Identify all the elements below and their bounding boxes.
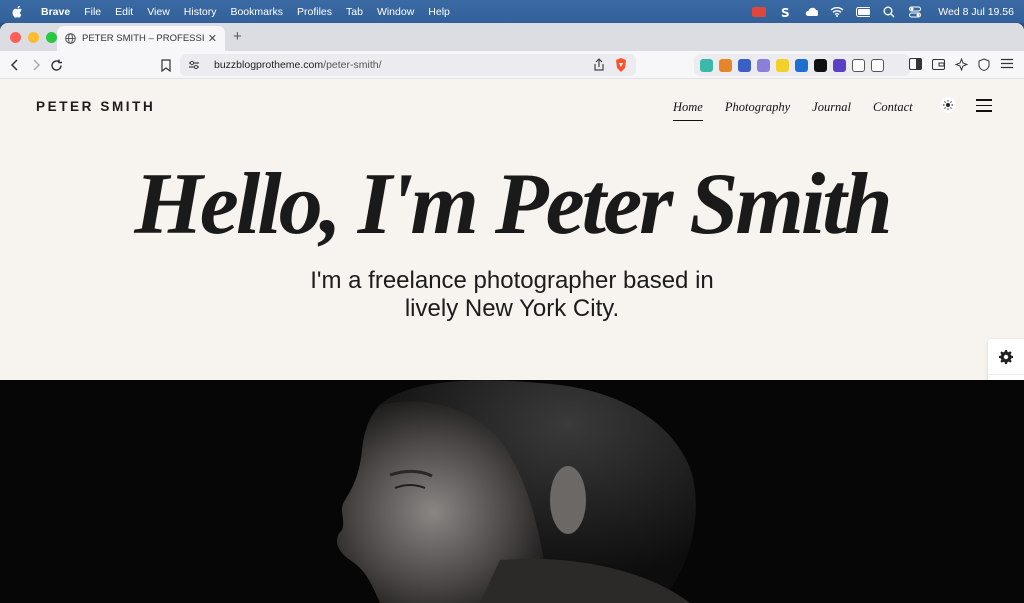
site-nav: Home Photography Journal Contact	[673, 100, 913, 121]
cloud-icon[interactable]	[804, 6, 819, 18]
nav-home-link[interactable]: Home	[673, 100, 703, 121]
site-logo[interactable]: PETER SMITH	[36, 99, 155, 114]
vpn-shield-icon[interactable]	[978, 58, 991, 71]
extension-8-icon[interactable]	[833, 58, 846, 72]
metamask-icon[interactable]	[719, 58, 732, 72]
share-icon[interactable]	[594, 58, 604, 74]
apple-icon[interactable]	[12, 5, 26, 18]
hero-subtitle-line1: I'm a freelance photographer based in	[310, 267, 714, 294]
control-center-icon[interactable]	[908, 6, 922, 18]
reload-icon[interactable]	[49, 58, 63, 72]
site-settings-icon[interactable]	[188, 59, 200, 71]
extension-3-icon[interactable]	[738, 58, 751, 72]
extension-4-icon[interactable]	[757, 58, 770, 72]
menubar-clock[interactable]: Wed 8 Jul 19.56	[938, 6, 1014, 18]
site-header: PETER SMITH Home Photography Journal Con…	[0, 79, 1024, 131]
close-tab-icon[interactable]: ✕	[208, 32, 217, 45]
menu-file[interactable]: File	[77, 6, 108, 18]
nav-contact-link[interactable]: Contact	[873, 100, 913, 121]
browser-tab-active[interactable]: PETER SMITH – PROFESSIONA ✕	[57, 26, 225, 51]
browser-toolbar: buzzblogprotheme.com/peter-smith/	[0, 51, 1024, 79]
spotlight-search-icon[interactable]	[882, 6, 896, 18]
bookmark-icon[interactable]	[159, 58, 173, 72]
menu-history[interactable]: History	[177, 6, 224, 18]
web-page: PETER SMITH Home Photography Journal Con…	[0, 79, 1024, 603]
extension-7-icon[interactable]	[814, 58, 827, 72]
globe-icon	[65, 33, 76, 44]
nav-photography-link[interactable]: Photography	[725, 100, 790, 121]
new-tab-button[interactable]: +	[233, 28, 242, 45]
leo-ai-icon[interactable]	[955, 58, 968, 71]
battery-icon[interactable]	[856, 6, 871, 18]
window-controls	[10, 31, 57, 43]
extension-5-icon[interactable]	[776, 58, 789, 72]
wallet-icon[interactable]	[932, 58, 945, 71]
url-text: buzzblogprotheme.com/peter-smith/	[214, 59, 382, 71]
extensions-puzzle-icon[interactable]	[852, 58, 865, 72]
notification-badge-icon[interactable]	[752, 6, 767, 18]
hero-subtitle-line2: lively New York City.	[404, 295, 620, 322]
macos-menu-bar: Brave File Edit View History Bookmarks P…	[0, 0, 1024, 23]
url-path: /peter-smith/	[323, 59, 382, 71]
address-bar[interactable]: buzzblogprotheme.com/peter-smith/	[180, 54, 636, 76]
hero-title: Hello, I'm Peter Smith	[134, 156, 892, 253]
back-icon[interactable]	[8, 58, 22, 72]
hamburger-menu-icon[interactable]	[976, 99, 992, 112]
wifi-icon[interactable]	[830, 6, 844, 18]
sidebar-icon[interactable]	[909, 58, 922, 71]
menu-help[interactable]: Help	[421, 6, 457, 18]
zoom-window-button[interactable]	[46, 31, 57, 43]
menu-profiles[interactable]: Profiles	[290, 6, 339, 18]
tab-title: PETER SMITH – PROFESSIONA	[82, 33, 204, 44]
hero-subtitle: I'm a freelance photographer based in li…	[262, 267, 762, 323]
menu-edit[interactable]: Edit	[108, 6, 140, 18]
menu-bookmarks[interactable]: Bookmarks	[223, 6, 290, 18]
menu-window[interactable]: Window	[370, 6, 421, 18]
nav-journal-link[interactable]: Journal	[812, 100, 851, 121]
extensions-bar	[694, 54, 910, 76]
scrivener-icon[interactable]: S	[778, 6, 792, 18]
menu-view[interactable]: View	[140, 6, 177, 18]
browser-window: PETER SMITH – PROFESSIONA ✕ + buzzblogpr…	[0, 23, 1024, 603]
forward-icon[interactable]	[29, 58, 43, 72]
browser-menu-icon[interactable]	[1001, 58, 1014, 71]
extension-10-icon[interactable]	[871, 58, 884, 72]
brave-shields-icon[interactable]	[614, 57, 628, 76]
url-host: buzzblogprotheme.com	[214, 59, 324, 71]
close-window-button[interactable]	[10, 31, 21, 43]
menu-app-brave[interactable]: Brave	[34, 6, 77, 18]
theme-toggle-sun-icon[interactable]	[940, 97, 956, 113]
minimize-window-button[interactable]	[28, 31, 39, 43]
extension-1-icon[interactable]	[700, 58, 713, 72]
extension-6-icon[interactable]	[795, 58, 808, 72]
svg-text:S: S	[781, 6, 790, 18]
hero-portrait-photo	[0, 380, 1024, 603]
settings-gear-icon[interactable]	[988, 339, 1024, 374]
menu-tab[interactable]: Tab	[339, 6, 370, 18]
tab-strip: PETER SMITH – PROFESSIONA ✕ +	[0, 23, 1024, 51]
